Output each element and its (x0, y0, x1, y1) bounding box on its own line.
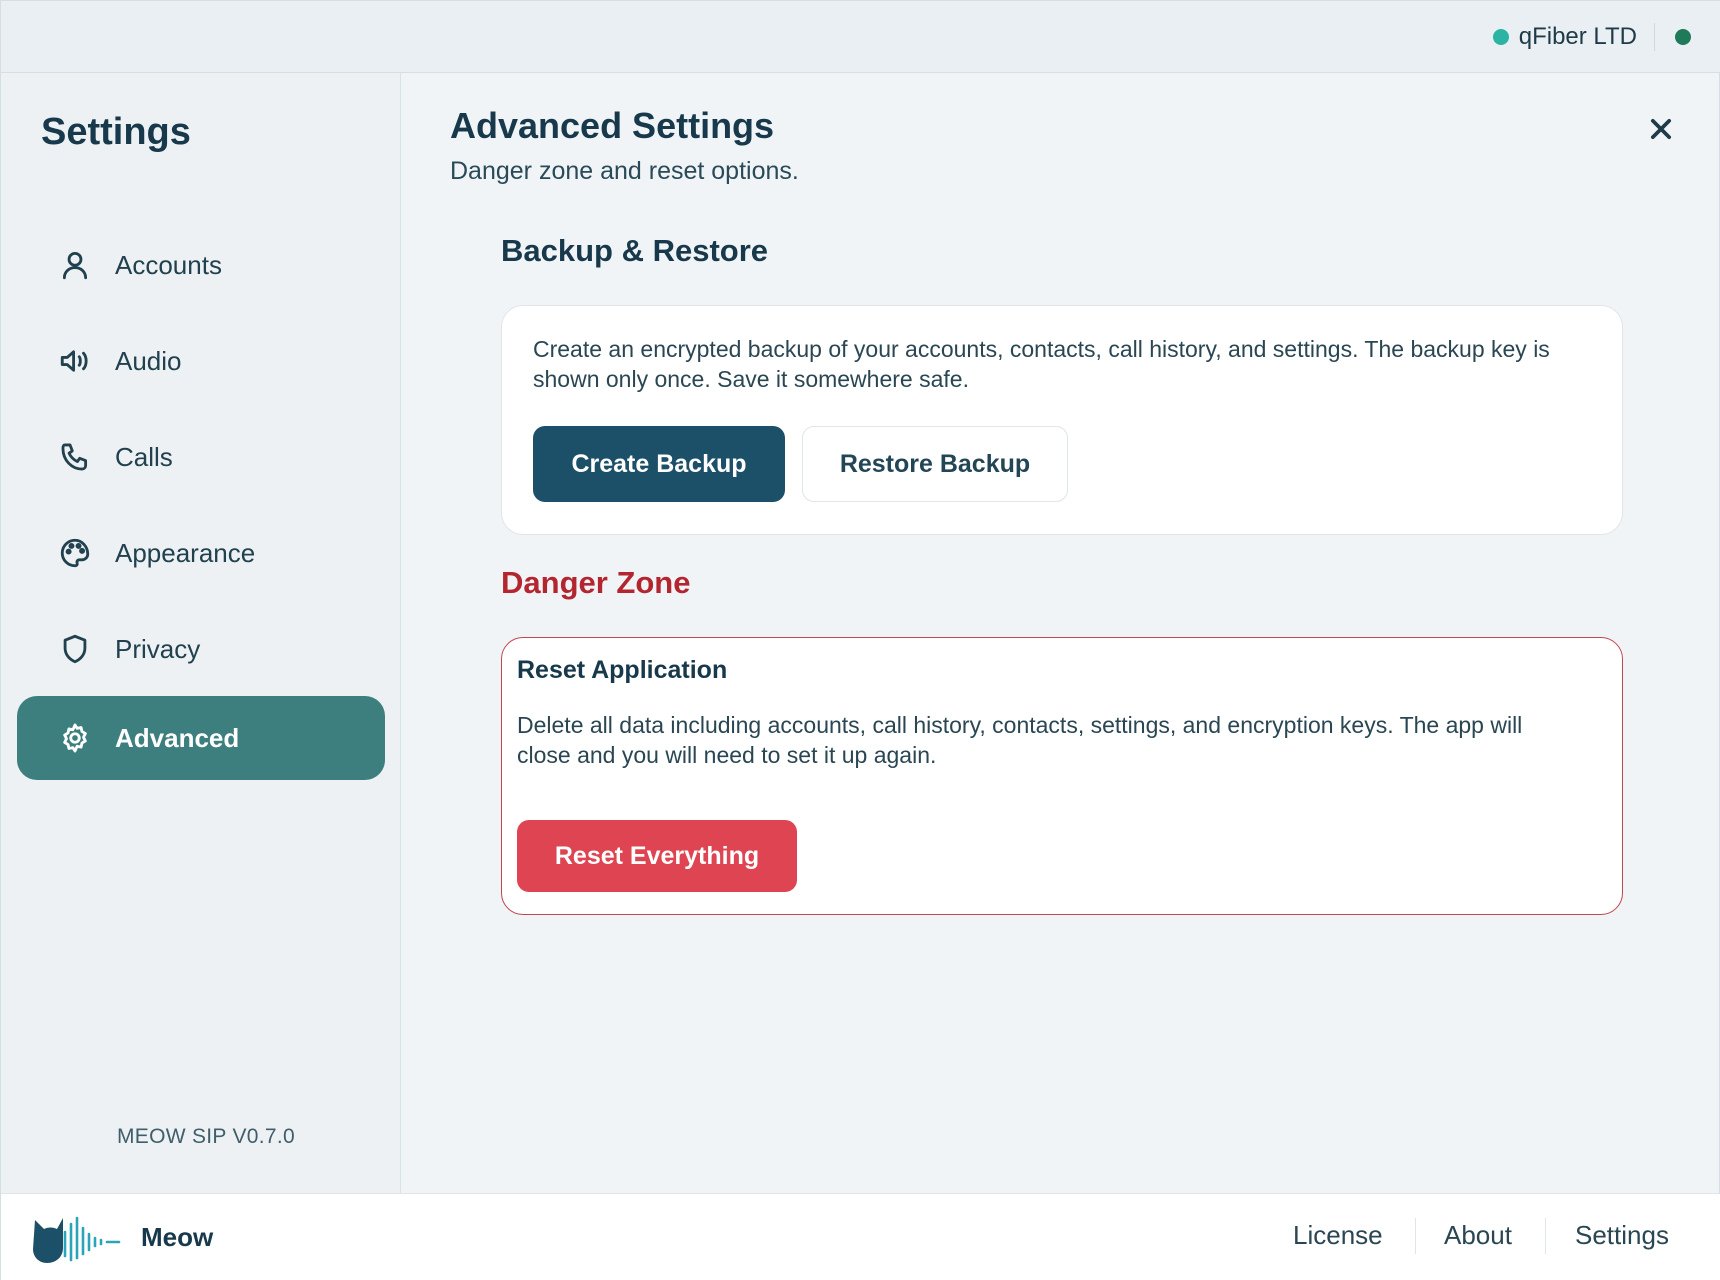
close-icon (1650, 118, 1672, 140)
app-version: MEOW SIP V0.7.0 (117, 1125, 296, 1148)
speaker-icon (55, 341, 95, 381)
footer-divider (1545, 1218, 1546, 1254)
phone-icon (55, 437, 95, 477)
account-status-dot (1492, 29, 1509, 45)
connection-status-indicator (1675, 29, 1691, 45)
danger-zone-title: Danger Zone (501, 565, 691, 600)
app-window: qFiber LTD Settings Accounts Audio Calls (0, 0, 1720, 1280)
backup-description: Create an encrypted backup of your accou… (533, 336, 1550, 392)
sidebar-item-label: Accounts (115, 249, 222, 280)
meow-logo-icon (33, 1216, 121, 1263)
backup-section-title: Backup & Restore (501, 233, 769, 268)
footer-settings-link[interactable]: Settings (1575, 1220, 1669, 1251)
restore-backup-button[interactable]: Restore Backup (802, 426, 1068, 502)
sidebar-item-privacy[interactable]: Privacy (17, 607, 385, 691)
top-bar: qFiber LTD (1, 1, 1720, 73)
reset-description: Delete all data including accounts, call… (517, 712, 1523, 768)
sidebar-item-label: Advanced (115, 722, 240, 753)
footer-license-link[interactable]: License (1293, 1220, 1383, 1251)
palette-icon (55, 533, 95, 573)
sidebar-item-label: Appearance (115, 537, 256, 568)
sidebar-item-appearance[interactable]: Appearance (17, 511, 385, 595)
user-icon (55, 245, 95, 285)
page-title: Advanced Settings (450, 105, 775, 146)
sidebar-item-accounts[interactable]: Accounts (17, 223, 385, 307)
sidebar-item-label: Audio (115, 345, 182, 376)
reset-everything-button[interactable]: Reset Everything (517, 820, 797, 892)
sidebar-item-label: Privacy (115, 633, 201, 664)
footer-divider (1415, 1218, 1416, 1254)
page-subtitle: Danger zone and reset options. (450, 157, 799, 185)
main-content: Advanced Settings Danger zone and reset … (402, 73, 1720, 1193)
settings-sidebar: Settings Accounts Audio Calls Appearance (1, 73, 401, 1193)
gear-icon (55, 718, 95, 758)
reset-application-title: Reset Application (517, 656, 728, 684)
footer-bar: Meow License About Settings (1, 1193, 1720, 1280)
topbar-divider (1654, 23, 1655, 51)
sidebar-item-calls[interactable]: Calls (17, 415, 385, 499)
danger-card: Reset Application Delete all data includ… (501, 637, 1623, 915)
sidebar-title: Settings (41, 111, 191, 153)
sidebar-item-advanced[interactable]: Advanced (17, 696, 385, 780)
shield-icon (55, 629, 95, 669)
account-name: qFiber LTD (1518, 23, 1637, 50)
backup-card: Create an encrypted backup of your accou… (501, 305, 1623, 535)
sidebar-item-label: Calls (115, 441, 173, 472)
close-button[interactable] (1641, 109, 1681, 149)
create-backup-button[interactable]: Create Backup (533, 426, 785, 502)
sidebar-item-audio[interactable]: Audio (17, 319, 385, 403)
account-selector[interactable]: qFiber LTD (1492, 21, 1637, 53)
brand-name: Meow (141, 1222, 214, 1252)
footer-about-link[interactable]: About (1444, 1220, 1512, 1251)
